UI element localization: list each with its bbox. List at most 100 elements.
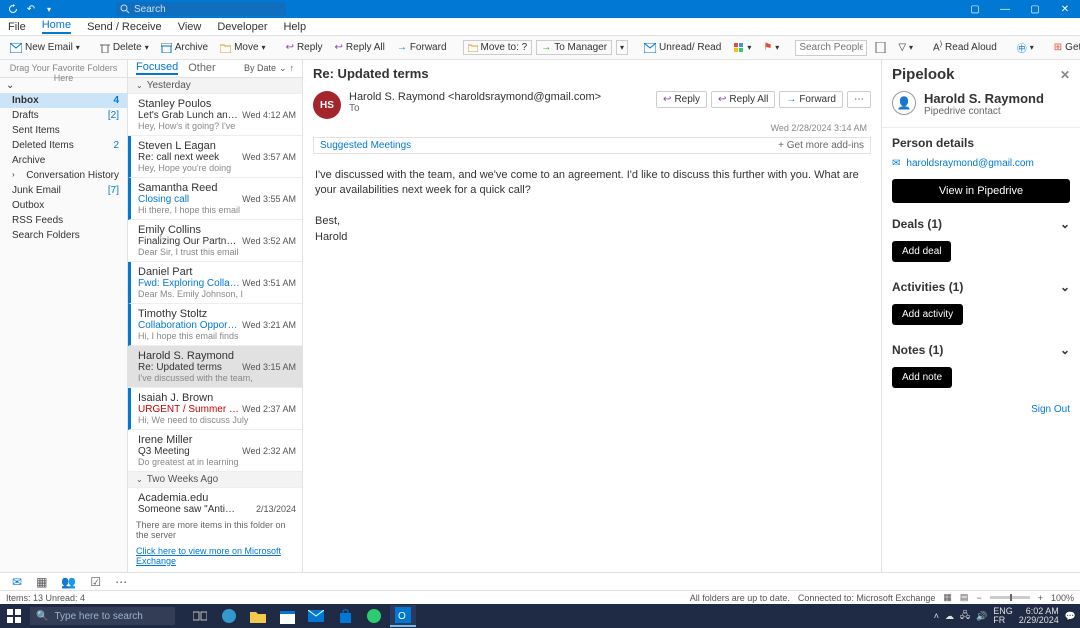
get-addins-button[interactable]: ⊞Get Add-ins xyxy=(1050,40,1080,55)
tab-focused[interactable]: Focused xyxy=(136,61,178,75)
sign-out-link[interactable]: Sign Out xyxy=(882,398,1080,421)
menu-sendreceive[interactable]: Send / Receive xyxy=(87,21,162,33)
refresh-icon[interactable] xyxy=(6,2,20,16)
get-more-addins[interactable]: + Get more add-ins xyxy=(778,140,864,151)
to-manager-button[interactable]: →To Manager xyxy=(536,40,612,55)
edge-icon[interactable] xyxy=(216,605,242,627)
notes-header[interactable]: Notes (1) xyxy=(892,343,943,357)
message-item[interactable]: Irene MillerQ3 MeetingWed 2:32 AMDo grea… xyxy=(128,430,302,472)
tray-chevron-icon[interactable]: ˄ xyxy=(934,611,939,621)
menu-file[interactable]: File xyxy=(8,21,26,33)
nav-people-icon[interactable]: 👥 xyxy=(61,575,76,589)
message-item[interactable]: Emily CollinsFinalizing Our Partnership … xyxy=(128,220,302,262)
message-item[interactable]: Harold S. RaymondRe: Updated termsWed 3:… xyxy=(128,346,302,388)
activities-header[interactable]: Activities (1) xyxy=(892,280,963,294)
contact-email[interactable]: ✉haroldsraymond@gmail.com xyxy=(882,154,1080,173)
chevron-down-icon[interactable]: ⌄ xyxy=(1060,217,1070,231)
group-header[interactable]: ⌄ Two Weeks Ago xyxy=(128,472,302,488)
view-reading-icon[interactable]: ▤ xyxy=(960,592,969,603)
taskview-icon[interactable] xyxy=(187,605,213,627)
reply-all-button[interactable]: ↩Reply All xyxy=(331,40,389,55)
menu-home[interactable]: Home xyxy=(42,19,71,34)
message-item[interactable]: Timothy StoltzCollaboration Opportunity:… xyxy=(128,304,302,346)
qat-dropdown-icon[interactable]: ▾ xyxy=(42,2,56,16)
menu-help[interactable]: Help xyxy=(283,21,306,33)
folder-outbox[interactable]: Outbox xyxy=(0,198,127,213)
explorer-icon[interactable] xyxy=(245,605,271,627)
zoom-out[interactable]: − xyxy=(976,593,981,603)
close-button[interactable]: ✕ xyxy=(1050,0,1080,18)
sort-bydate[interactable]: By Date⌄↑ xyxy=(244,63,294,74)
deals-header[interactable]: Deals (1) xyxy=(892,217,942,231)
folder-sent-items[interactable]: Sent Items xyxy=(0,123,127,138)
cortana-search[interactable]: 🔍Type here to search xyxy=(30,607,175,625)
message-item[interactable]: Academia.eduSomeone saw "Antigua" in …2/… xyxy=(128,488,302,514)
tray-onedrive-icon[interactable]: ☁ xyxy=(945,611,954,622)
move-button[interactable]: Move▾ xyxy=(216,40,269,55)
folder-conversation-history[interactable]: ›Conversation History xyxy=(0,168,127,183)
zoom-in[interactable]: + xyxy=(1038,593,1043,603)
message-item[interactable]: Steven L EaganRe: call next weekWed 3:57… xyxy=(128,136,302,178)
menu-developer[interactable]: Developer xyxy=(217,21,267,33)
view-in-pipedrive-button[interactable]: View in Pipedrive xyxy=(892,179,1070,203)
filter-button[interactable]: ▽▾ xyxy=(894,40,917,55)
minimize-button[interactable]: — xyxy=(990,0,1020,18)
reply-button[interactable]: ↩Reply xyxy=(282,40,327,55)
search-input[interactable]: Search xyxy=(116,2,286,16)
outlook-icon[interactable]: O xyxy=(390,605,416,627)
calendar-icon[interactable] xyxy=(274,605,300,627)
add-activity-button[interactable]: Add activity xyxy=(892,304,963,325)
folder-expand-toggle[interactable]: ⌄ xyxy=(0,78,127,93)
folder-inbox[interactable]: Inbox4 xyxy=(0,93,127,108)
tray-network-icon[interactable]: 🖧 xyxy=(960,608,970,624)
move-to-button[interactable]: Move to: ? xyxy=(463,40,533,55)
message-item[interactable]: Daniel PartFwd: Exploring Collaborati…We… xyxy=(128,262,302,304)
message-item[interactable]: Samantha ReedClosing callWed 3:55 AMHi t… xyxy=(128,178,302,220)
suggested-meetings-bar[interactable]: Suggested Meetings + Get more add-ins xyxy=(313,137,871,154)
unread-read-button[interactable]: Unread/ Read xyxy=(640,40,725,55)
group-header[interactable]: ⌄ Yesterday xyxy=(128,78,302,94)
translate-button[interactable]: ㊥▾ xyxy=(1013,38,1038,57)
folder-deleted-items[interactable]: Deleted Items2 xyxy=(0,138,127,153)
view-normal-icon[interactable]: ▦ xyxy=(943,592,952,603)
edge2-icon[interactable] xyxy=(361,605,387,627)
forward-button[interactable]: →Forward xyxy=(393,40,451,55)
menu-view[interactable]: View xyxy=(178,21,202,33)
nav-mail-icon[interactable]: ✉ xyxy=(12,575,22,589)
nav-tasks-icon[interactable]: ☑ xyxy=(90,575,101,589)
msg-forward-button[interactable]: →Forward xyxy=(779,91,843,108)
new-email-button[interactable]: New Email▾ xyxy=(6,40,84,55)
delete-button[interactable]: Delete▾ xyxy=(96,40,153,55)
view-more-link[interactable]: Click here to view more on Microsoft Exc… xyxy=(128,546,302,572)
add-deal-button[interactable]: Add deal xyxy=(892,241,951,262)
chevron-down-icon[interactable]: ⌄ xyxy=(1060,280,1070,294)
search-people-input[interactable] xyxy=(795,40,867,56)
undo-icon[interactable]: ↶ xyxy=(24,2,38,16)
flag-button[interactable]: ⚑▾ xyxy=(759,40,783,55)
mail-app-icon[interactable] xyxy=(303,605,329,627)
msg-reply-button[interactable]: ↩Reply xyxy=(656,91,707,108)
quick-steps-more[interactable]: ▾ xyxy=(616,40,628,55)
folder-search-folders[interactable]: Search Folders xyxy=(0,228,127,243)
msg-more-button[interactable]: ⋯ xyxy=(847,91,871,108)
nav-more-icon[interactable]: ⋯ xyxy=(115,575,127,589)
nav-calendar-icon[interactable]: ▦ xyxy=(36,575,47,589)
store-icon[interactable] xyxy=(332,605,358,627)
folder-drafts[interactable]: Drafts[2] xyxy=(0,108,127,123)
tray-sound-icon[interactable]: 🔊 xyxy=(976,611,987,622)
address-book-button[interactable] xyxy=(871,40,890,55)
message-item[interactable]: Stanley PoulosLet's Grab Lunch and Talk … xyxy=(128,94,302,136)
ribbon-mode-icon[interactable]: ▢ xyxy=(960,0,990,18)
tray-notifications-icon[interactable]: 💬 xyxy=(1065,611,1076,622)
tray-language[interactable]: ENG FR xyxy=(993,607,1013,625)
tab-other[interactable]: Other xyxy=(188,62,216,74)
maximize-button[interactable]: ▢ xyxy=(1020,0,1050,18)
addin-close-icon[interactable]: ✕ xyxy=(1060,68,1070,82)
folder-rss-feeds[interactable]: RSS Feeds xyxy=(0,213,127,228)
tray-clock[interactable]: 6:02 AM2/29/2024 xyxy=(1019,607,1059,625)
categorize-button[interactable]: ▾ xyxy=(729,40,755,55)
msg-reply-all-button[interactable]: ↩Reply All xyxy=(711,91,775,108)
folder-archive[interactable]: Archive xyxy=(0,153,127,168)
read-aloud-button[interactable]: A)Read Aloud xyxy=(929,39,1001,55)
message-item[interactable]: Isaiah J. BrownURGENT / Summer dealWed 2… xyxy=(128,388,302,430)
